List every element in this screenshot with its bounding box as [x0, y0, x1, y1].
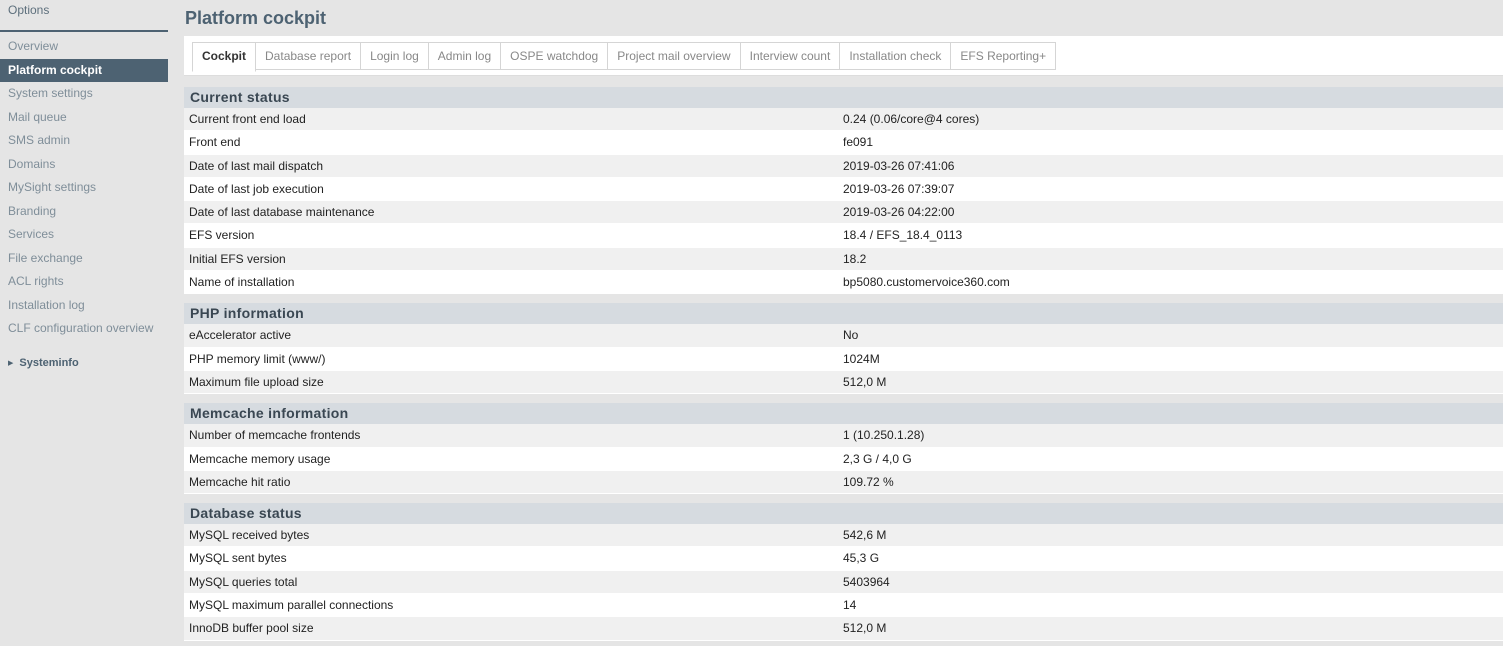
row-value: 18.2 — [843, 251, 867, 266]
row-label: InnoDB buffer pool size — [189, 621, 314, 636]
main-content: Platform cockpit Cockpit Database report… — [184, 0, 1503, 646]
sidebar-item-branding[interactable]: Branding — [0, 200, 168, 224]
row-label: MySQL sent bytes — [189, 551, 287, 566]
row-label: EFS version — [189, 228, 255, 243]
sidebar-item-platform-cockpit[interactable]: Platform cockpit — [0, 58, 168, 82]
table-row: MySQL received bytes 542,6 M — [184, 524, 1503, 548]
row-value: fe091 — [843, 135, 874, 150]
row-value: 2019-03-26 04:22:00 — [843, 205, 955, 220]
row-value: 2,3 G / 4,0 G — [843, 451, 912, 466]
table-row: Memcache hit ratio 109.72 % — [184, 470, 1503, 495]
row-value: bp5080.customervoice360.com — [843, 275, 1010, 290]
sidebar-item-domains[interactable]: Domains — [0, 153, 168, 177]
tab-ospe-watchdog[interactable]: OSPE watchdog — [501, 42, 609, 70]
tab-login-log[interactable]: Login log — [361, 42, 429, 70]
sidebar-item-mail-queue[interactable]: Mail queue — [0, 106, 168, 130]
row-label: Maximum file upload size — [189, 374, 324, 389]
table-row: Maximum file upload size 512,0 M — [184, 370, 1503, 395]
tab-database-report[interactable]: Database report — [256, 42, 362, 70]
table-row: InnoDB buffer pool size 512,0 M — [184, 617, 1503, 641]
page-title: Platform cockpit — [185, 8, 327, 28]
table-row: eAccelerator active No — [184, 324, 1503, 348]
table-row: Front end fe091 — [184, 131, 1503, 155]
sidebar-item-system-settings[interactable]: System settings — [0, 82, 168, 106]
table-row: MySQL maximum parallel connections 14 — [184, 594, 1503, 618]
tab-interview-count[interactable]: Interview count — [740, 42, 841, 70]
row-value: 2019-03-26 07:39:07 — [843, 181, 955, 196]
table-row: Initial EFS version 18.2 — [184, 247, 1503, 272]
sidebar-list: Overview Platform cockpit System setting… — [0, 35, 168, 341]
row-label: Memcache memory usage — [189, 451, 331, 466]
sidebar-item-clf-configuration-overview[interactable]: CLF configuration overview — [0, 317, 168, 341]
row-value: No — [843, 328, 859, 343]
table-row: Date of last database maintenance 2019-03… — [184, 201, 1503, 225]
sidebar-item-sms-admin[interactable]: SMS admin — [0, 129, 168, 153]
table-row: Date of last mail dispatch 2019-03-26 07:… — [184, 154, 1503, 178]
sidebar: Options Overview Platform cockpit System… — [0, 0, 168, 646]
row-label: Date of last database maintenance — [189, 205, 375, 220]
sidebar-systeminfo-label: Systeminfo — [19, 356, 79, 369]
table-row: Name of installation bp5080.customervoice… — [184, 271, 1503, 295]
section-header-php-information: PHP information — [184, 303, 1503, 325]
row-label: Name of installation — [189, 275, 295, 290]
row-value: 45,3 G — [843, 551, 880, 566]
row-value: 512,0 M — [843, 621, 887, 636]
row-value: 1 (10.250.1.28) — [843, 428, 925, 443]
table-row: MySQL queries total 5403964 — [184, 570, 1503, 595]
table-row: Number of memcache frontends 1 (10.250.1.… — [184, 424, 1503, 448]
row-value: 512,0 M — [843, 374, 887, 389]
section-header-memcache-information: Memcache information — [184, 403, 1503, 425]
row-label: Initial EFS version — [189, 251, 286, 266]
row-label: Front end — [189, 135, 241, 150]
row-label: Date of last job execution — [189, 181, 324, 196]
row-label: Date of last mail dispatch — [189, 158, 324, 173]
row-value: 18.4 / EFS_18.4_0113 — [843, 228, 963, 243]
sidebar-item-mysight-settings[interactable]: MySight settings — [0, 176, 168, 200]
tab-cockpit[interactable]: Cockpit — [192, 42, 257, 72]
section-header-current-status: Current status — [184, 87, 1503, 108]
table-row: Memcache memory usage 2,3 G / 4,0 G — [184, 447, 1503, 471]
tab-installation-check[interactable]: Installation check — [840, 42, 952, 70]
row-value: 5403964 — [843, 574, 890, 589]
sidebar-item-file-exchange[interactable]: File exchange — [0, 247, 168, 271]
row-label: Memcache hit ratio — [189, 474, 291, 489]
tab-bar: Cockpit Database report Login log Admin … — [184, 36, 1503, 76]
table-row: MySQL sent bytes 45,3 G — [184, 547, 1503, 571]
row-label: PHP memory limit (www/) — [189, 351, 326, 366]
table-row: Date of last job execution 2019-03-26 07:… — [184, 177, 1503, 202]
row-label: MySQL maximum parallel connections — [189, 598, 394, 613]
row-value: 0.24 (0.06/core@4 cores) — [843, 112, 980, 126]
table-row: Current front end load 0.24 (0.06/core@4 … — [184, 108, 1503, 132]
row-label: MySQL queries total — [189, 574, 298, 589]
tab-efs-reporting-plus[interactable]: EFS Reporting+ — [951, 42, 1057, 70]
row-value: 542,6 M — [843, 528, 887, 543]
row-label: Current front end load — [189, 112, 306, 126]
sidebar-item-overview[interactable]: Overview — [0, 35, 168, 59]
triangle-right-icon: ▶ — [8, 359, 14, 367]
section-header-database-status: Database status — [184, 503, 1503, 525]
sidebar-systeminfo-toggle[interactable]: ▶ Systeminfo — [0, 357, 168, 369]
row-value: 2019-03-26 07:41:06 — [843, 158, 955, 173]
sidebar-header: Options — [0, 0, 168, 32]
tab-admin-log[interactable]: Admin log — [428, 42, 502, 70]
row-label: eAccelerator active — [189, 328, 292, 343]
table-row: PHP memory limit (www/) 1024M — [184, 347, 1503, 371]
row-value: 14 — [843, 598, 857, 613]
row-label: Number of memcache frontends — [189, 428, 361, 443]
row-value: 109.72 % — [843, 474, 894, 489]
sidebar-item-installation-log[interactable]: Installation log — [0, 294, 168, 318]
tab-project-mail-overview[interactable]: Project mail overview — [608, 42, 741, 70]
sidebar-item-acl-rights[interactable]: ACL rights — [0, 270, 168, 294]
row-label: MySQL received bytes — [189, 528, 310, 543]
row-value: 1024M — [843, 351, 880, 366]
sidebar-item-services[interactable]: Services — [0, 223, 168, 247]
table-row: EFS version 18.4 / EFS_18.4_0113 — [184, 224, 1503, 248]
